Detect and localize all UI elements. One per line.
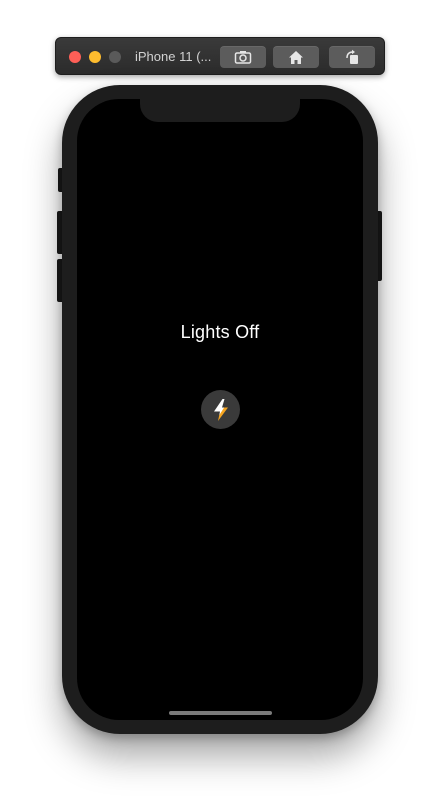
simulator-stage: iPhone 11 (... Lights Off bbox=[0, 0, 440, 808]
simulator-toolbar: iPhone 11 (... bbox=[55, 37, 385, 75]
close-window-button[interactable] bbox=[69, 51, 81, 63]
flashlight-toggle-button[interactable] bbox=[201, 390, 240, 429]
notch bbox=[140, 99, 300, 122]
lightning-bolt-icon bbox=[213, 398, 228, 421]
simulator-device-title: iPhone 11 (... bbox=[135, 49, 212, 64]
zoom-window-button[interactable] bbox=[109, 51, 121, 63]
home-button[interactable] bbox=[273, 46, 319, 68]
camera-icon bbox=[234, 51, 252, 64]
home-icon bbox=[289, 50, 303, 64]
screenshot-button[interactable] bbox=[220, 46, 266, 68]
minimize-window-button[interactable] bbox=[89, 51, 101, 63]
rotate-icon bbox=[346, 49, 358, 64]
lights-status-label: Lights Off bbox=[180, 322, 260, 342]
home-indicator-bar[interactable] bbox=[169, 711, 272, 715]
rotate-button[interactable] bbox=[329, 46, 375, 68]
